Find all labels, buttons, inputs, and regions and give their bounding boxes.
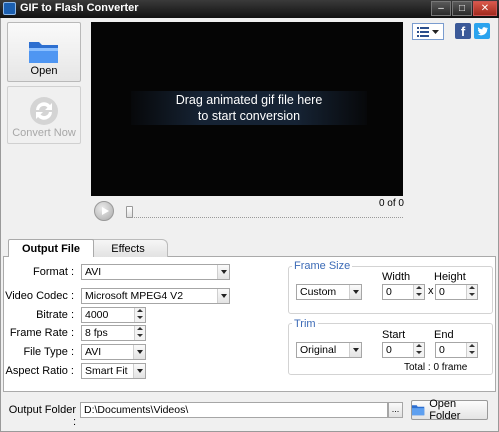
title-bar: GIF to Flash Converter – □ ✕ — [0, 0, 499, 18]
bitrate-label: Bitrate : — [36, 309, 74, 321]
aspect-ratio-label: Aspect Ratio : — [5, 365, 74, 377]
trim-mode-value: Original — [300, 344, 337, 356]
format-select[interactable]: AVI — [81, 264, 230, 280]
format-value: AVI — [85, 266, 102, 278]
trim-start-spinner[interactable]: 0 — [382, 342, 425, 358]
play-button[interactable] — [94, 201, 114, 221]
folder-icon — [29, 42, 58, 63]
width-value: 0 — [386, 286, 392, 298]
chevron-down-icon — [133, 345, 145, 359]
aspect-ratio-select[interactable]: Smart Fit — [81, 363, 146, 379]
drop-hint-line-1: Drag animated gif file here — [175, 93, 323, 107]
frame-counter: 0 of 0 — [378, 198, 404, 209]
file-type-label: File Type : — [23, 346, 74, 358]
height-spinner[interactable]: 0 — [435, 284, 478, 300]
start-label: Start — [382, 329, 406, 341]
drop-hint: Drag animated gif file here to start con… — [131, 91, 367, 125]
drop-hint-line-2: to start conversion — [197, 109, 301, 123]
twitter-bird-glyph — [477, 27, 489, 36]
trim-end-value: 0 — [439, 344, 445, 356]
output-folder-label: Output Folder : — [8, 404, 76, 428]
browse-button[interactable]: ... — [388, 402, 403, 418]
view-menu-dropdown[interactable] — [412, 23, 444, 40]
spin-arrows-icon[interactable] — [413, 285, 424, 299]
convert-now-button[interactable]: Convert Now — [7, 86, 81, 144]
seek-slider-thumb[interactable] — [126, 206, 133, 218]
output-folder-input[interactable]: D:\Documents\Videos\ — [80, 402, 388, 418]
twitter-icon[interactable] — [474, 23, 490, 39]
spin-arrows-icon[interactable] — [466, 285, 477, 299]
folder-icon — [412, 405, 425, 416]
height-value: 0 — [439, 286, 445, 298]
spin-arrows-icon[interactable] — [134, 308, 145, 322]
preview-area[interactable]: Drag animated gif file here to start con… — [91, 22, 403, 196]
tab-effects[interactable]: Effects — [88, 239, 168, 257]
trim-start-value: 0 — [386, 344, 392, 356]
frame-rate-value: 8 fps — [85, 327, 108, 339]
aspect-ratio-value: Smart Fit — [85, 365, 128, 377]
file-type-value: AVI — [85, 346, 102, 358]
bottom-divider — [3, 391, 496, 392]
trim-end-spinner[interactable]: 0 — [435, 342, 478, 358]
bitrate-value: 4000 — [85, 309, 109, 321]
open-folder-button[interactable]: Open Folder — [411, 398, 488, 422]
frame-size-mode-select[interactable]: Custom — [296, 284, 362, 300]
trim-mode-select[interactable]: Original — [296, 342, 362, 358]
convert-now-label: Convert Now — [12, 127, 76, 139]
seek-track[interactable] — [127, 217, 403, 218]
frame-rate-label: Frame Rate : — [9, 327, 74, 339]
chevron-down-icon — [432, 29, 439, 34]
chevron-down-icon — [349, 285, 361, 299]
end-label: End — [434, 329, 454, 341]
tab-output-file[interactable]: Output File — [8, 239, 94, 258]
format-label: Format : — [33, 266, 74, 278]
frame-size-title: Frame Size — [292, 260, 353, 272]
bitrate-spinner[interactable]: 4000 — [81, 307, 146, 323]
list-icon — [417, 26, 429, 37]
open-button[interactable]: Open — [7, 22, 81, 82]
times-sign: x — [428, 285, 434, 297]
output-file-panel: Format : AVI Video Codec : Microsoft MPE… — [3, 257, 496, 391]
spin-arrows-icon[interactable] — [466, 343, 477, 357]
spin-arrows-icon[interactable] — [413, 343, 424, 357]
file-type-select[interactable]: AVI — [81, 344, 146, 360]
open-button-label: Open — [30, 65, 58, 77]
facebook-icon[interactable]: f — [455, 23, 471, 39]
width-label: Width — [382, 271, 411, 283]
open-folder-label: Open Folder — [429, 398, 461, 422]
chevron-down-icon — [217, 289, 229, 303]
window-title: GIF to Flash Converter — [20, 2, 139, 14]
app-icon — [3, 2, 16, 15]
chevron-down-icon — [217, 265, 229, 279]
maximize-button[interactable]: □ — [452, 1, 472, 16]
video-codec-value: Microsoft MPEG4 V2 — [85, 290, 184, 302]
video-codec-select[interactable]: Microsoft MPEG4 V2 — [81, 288, 230, 304]
refresh-icon — [30, 97, 58, 125]
close-button[interactable]: ✕ — [473, 1, 497, 16]
spin-arrows-icon[interactable] — [134, 326, 145, 340]
trim-title: Trim — [292, 318, 318, 330]
minimize-button[interactable]: – — [431, 1, 451, 16]
frame-size-mode-value: Custom — [300, 286, 337, 298]
trim-total: Total : 0 frame — [404, 362, 468, 373]
chevron-down-icon — [133, 364, 145, 378]
video-codec-label: Video Codec : — [5, 290, 74, 302]
frame-rate-spinner[interactable]: 8 fps — [81, 325, 146, 341]
height-label: Height — [434, 271, 466, 283]
width-spinner[interactable]: 0 — [382, 284, 425, 300]
chevron-down-icon — [349, 343, 361, 357]
